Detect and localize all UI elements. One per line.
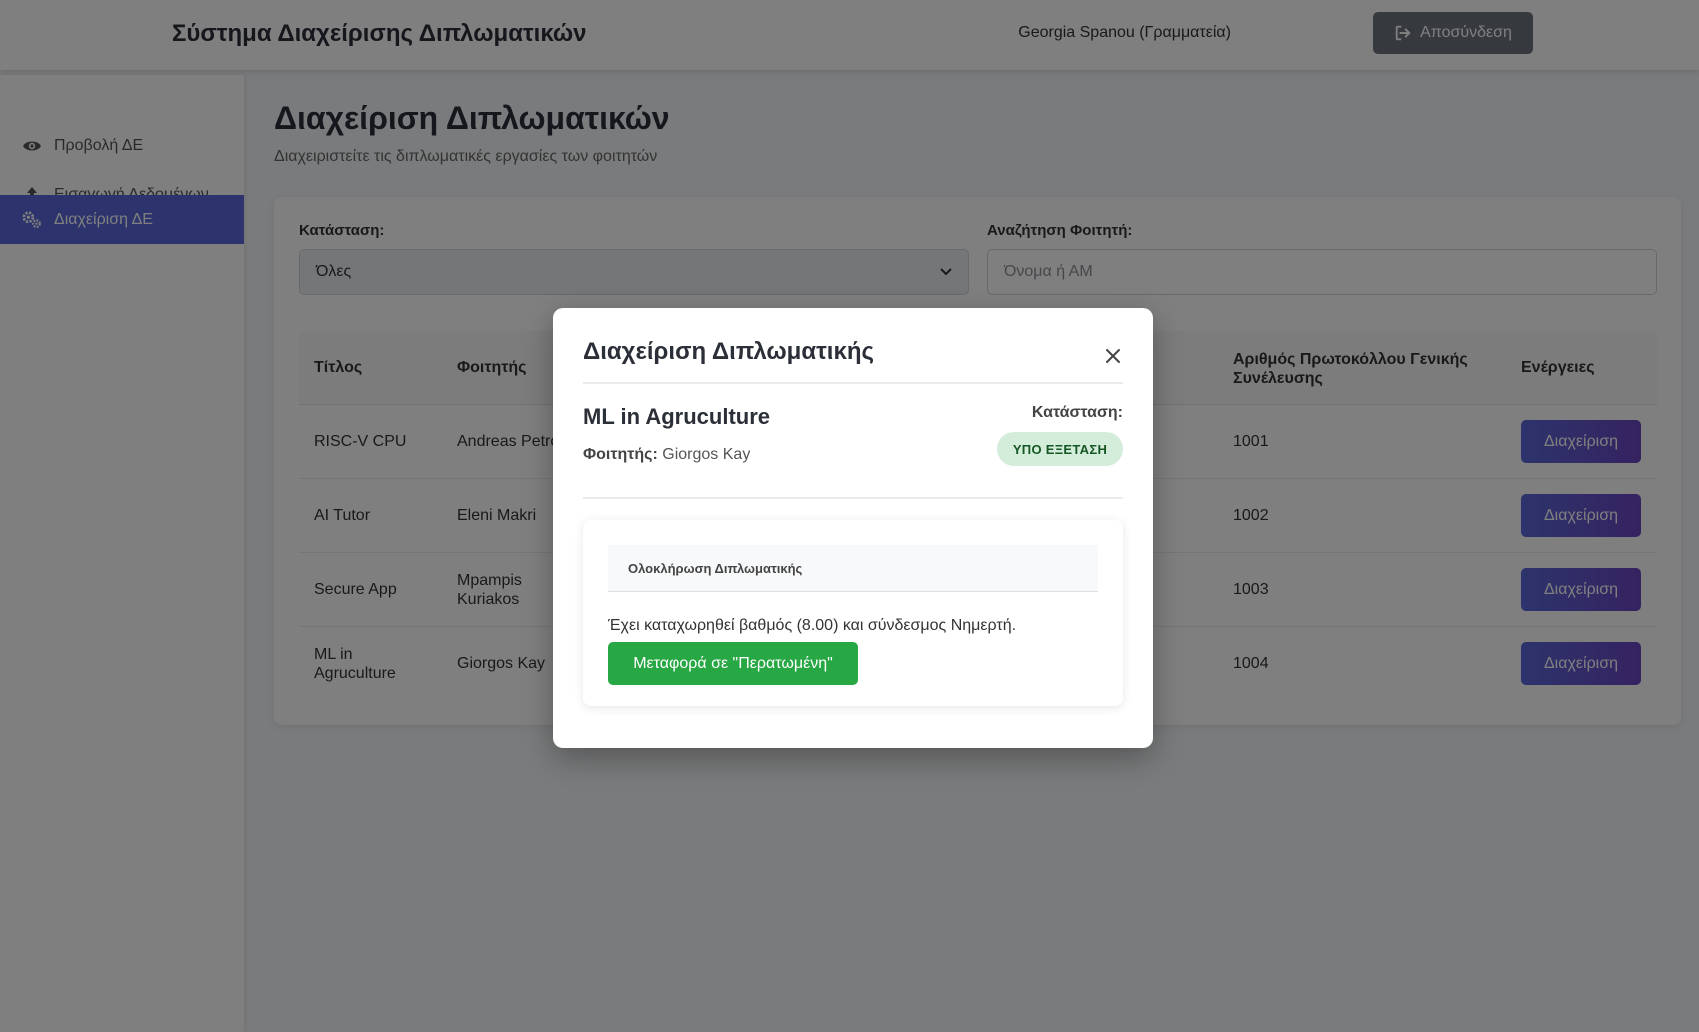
- completion-card: Ολοκλήρωση Διπλωματικής Έχει καταχωρηθεί…: [583, 520, 1123, 706]
- modal-title: Διαχείριση Διπλωματικής: [583, 338, 874, 365]
- thesis-student: Φοιτητής: Giorgos Kay: [583, 446, 750, 464]
- completion-card-text: Έχει καταχωρηθεί βαθμός (8.00) και σύνδε…: [608, 617, 1017, 634]
- student-name: Giorgos Kay: [662, 446, 751, 463]
- modal-close-button[interactable]: [1101, 344, 1125, 368]
- status-badge: ΥΠΟ ΕΞΕΤΑΣΗ: [997, 432, 1123, 466]
- thesis-modal: Διαχείριση Διπλωματικής ML in Agrucultur…: [553, 308, 1153, 748]
- modal-divider: [583, 497, 1123, 499]
- status-label: Κατάσταση:: [1031, 404, 1123, 421]
- modal-divider: [583, 382, 1123, 384]
- move-to-completed-button[interactable]: Μεταφορά σε "Περατωμένη": [608, 642, 858, 685]
- completion-card-header: Ολοκλήρωση Διπλωματικής: [608, 545, 1098, 592]
- close-icon: [1106, 349, 1120, 363]
- student-label: Φοιτητής:: [583, 446, 658, 463]
- thesis-title: ML in Agruculture: [583, 404, 770, 429]
